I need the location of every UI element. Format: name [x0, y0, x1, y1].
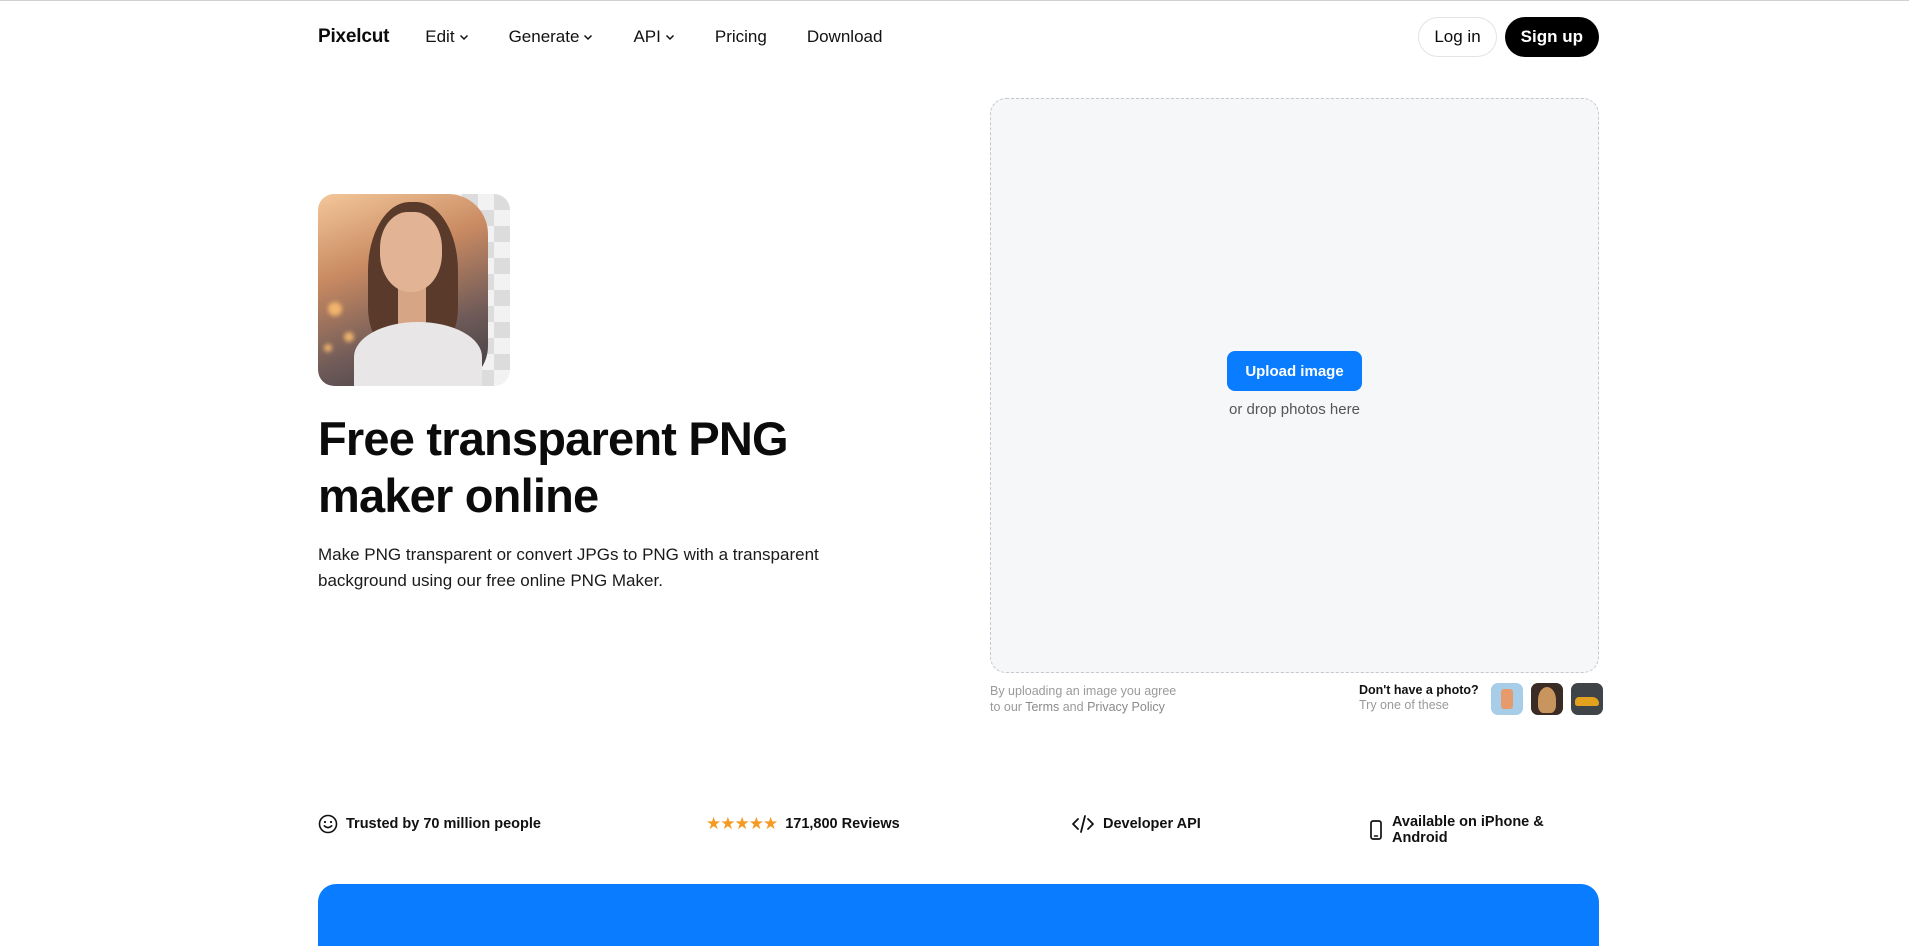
top-nav: Pixelcut Edit Generate API Pricing Downl… — [318, 1, 1599, 73]
nav-api-label: API — [633, 27, 661, 46]
feature-banner — [318, 884, 1599, 946]
terms-and: and — [1062, 700, 1084, 714]
sample-thumb-dog[interactable] — [1530, 683, 1563, 715]
trust-bar: Trusted by 70 million people ★★★★★ 171,8… — [318, 814, 1599, 846]
terms-prefix: to our — [990, 700, 1022, 714]
api-label: Developer API — [1103, 816, 1201, 832]
hero-image — [318, 194, 510, 386]
nav-generate-label: Generate — [508, 27, 580, 46]
sample-text: Don't have a photo? Try one of these — [1359, 683, 1479, 713]
nav-download[interactable]: Download — [807, 27, 883, 47]
terms-link[interactable]: Terms — [1025, 700, 1059, 714]
privacy-link[interactable]: Privacy Policy — [1087, 700, 1165, 714]
phone-icon — [1368, 820, 1384, 840]
page-title: Free transparent PNG maker online — [318, 412, 789, 522]
logo[interactable]: Pixelcut — [318, 26, 389, 48]
chevron-down-icon — [583, 32, 593, 42]
terms-line-2: to our Terms and Privacy Policy — [990, 699, 1250, 715]
auth-buttons: Log in Sign up — [1418, 17, 1599, 57]
sample-thumb-car[interactable] — [1570, 683, 1603, 715]
nav-api[interactable]: API — [633, 27, 674, 47]
trust-reviews: ★★★★★ 171,800 Reviews — [706, 814, 900, 834]
mobile-label: Available on iPhone & Android — [1392, 814, 1544, 846]
sample-thumb-perfume[interactable] — [1490, 683, 1523, 715]
terms-line-1: By uploading an image you agree — [990, 684, 1177, 698]
smiley-icon — [318, 814, 338, 834]
chevron-down-icon — [459, 32, 469, 42]
login-button[interactable]: Log in — [1418, 17, 1497, 57]
sample-try: Try one of these — [1359, 698, 1449, 712]
nav-generate[interactable]: Generate — [509, 27, 594, 47]
terms-notice: By uploading an image you agree to our T… — [990, 683, 1250, 715]
sample-images: Don't have a photo? Try one of these — [1359, 683, 1603, 715]
nav-edit-label: Edit — [425, 27, 455, 46]
trust-api[interactable]: Developer API — [1071, 814, 1201, 834]
sample-question: Don't have a photo? — [1359, 683, 1479, 697]
hero-subtitle: Make PNG transparent or convert JPGs to … — [318, 545, 819, 590]
sample-thumbs — [1490, 683, 1603, 715]
reviews-label: 171,800 Reviews — [785, 816, 900, 832]
code-icon — [1071, 814, 1095, 834]
upload-dropzone[interactable]: Upload image or drop photos here — [990, 98, 1599, 673]
trust-mobile[interactable]: Available on iPhone & Android — [1368, 814, 1599, 846]
nav-edit[interactable]: Edit — [425, 27, 468, 47]
star-rating: ★★★★★ — [706, 814, 778, 833]
nav-links: Edit Generate API Pricing Download — [425, 27, 882, 47]
hero-photo — [318, 194, 488, 386]
chevron-down-icon — [665, 32, 675, 42]
trust-users: Trusted by 70 million people — [318, 814, 541, 834]
signup-button[interactable]: Sign up — [1504, 17, 1599, 57]
upload-image-button[interactable]: Upload image — [1227, 351, 1362, 391]
trust-users-label: Trusted by 70 million people — [346, 816, 541, 832]
drop-hint: or drop photos here — [1229, 401, 1360, 418]
nav-pricing[interactable]: Pricing — [715, 27, 767, 47]
